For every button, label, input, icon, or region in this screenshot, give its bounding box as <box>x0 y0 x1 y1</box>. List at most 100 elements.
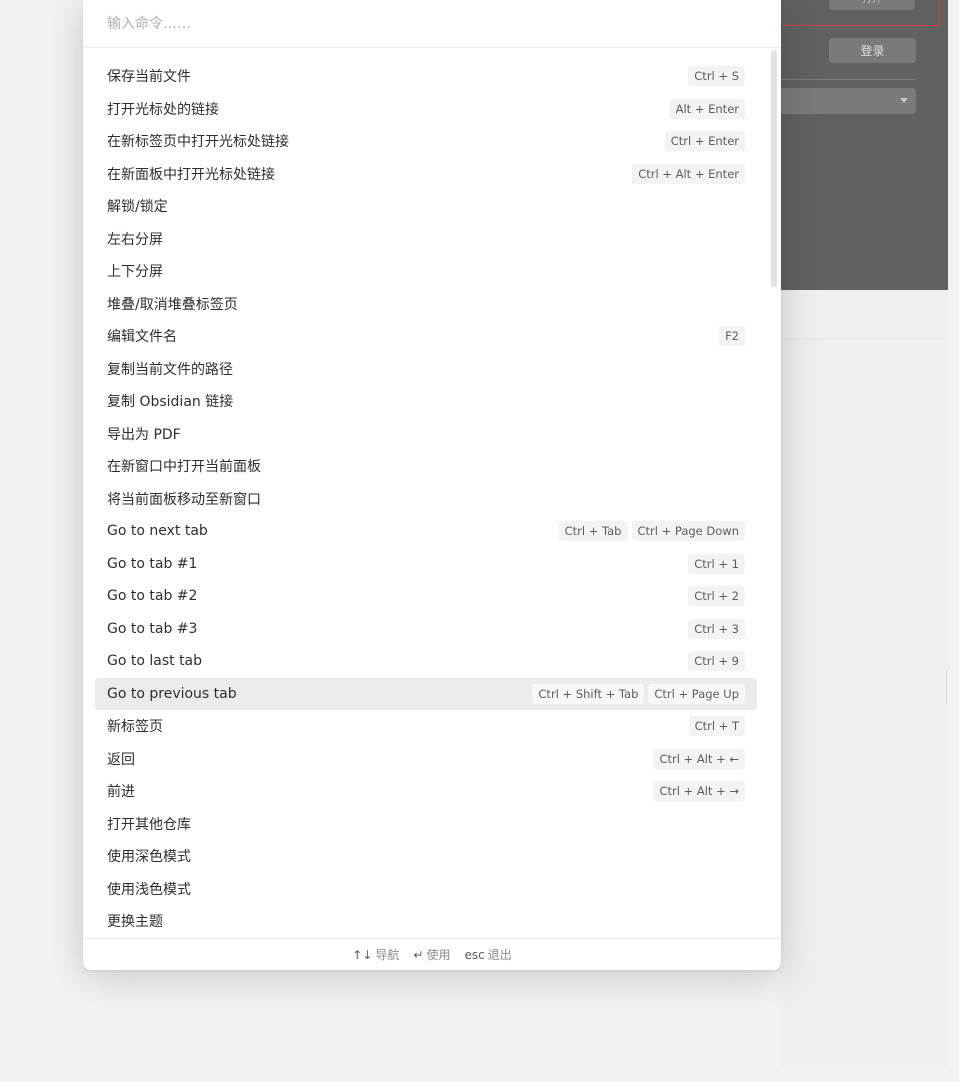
command-item-label: 堆叠/取消堆叠标签页 <box>107 296 238 313</box>
hotkey-badge: Ctrl + Shift + Tab <box>532 683 645 704</box>
hotkey-badge: Ctrl + Alt + ← <box>653 748 745 769</box>
command-search-input[interactable] <box>107 12 747 36</box>
command-item[interactable]: Go to tab #3 Ctrl + 3 <box>95 613 757 646</box>
command-search-bar <box>83 0 781 48</box>
enter-icon: ↵ <box>413 947 424 962</box>
exit-hint: esc 退出 <box>464 946 511 963</box>
command-item-label: Go to previous tab <box>107 685 237 702</box>
background-vertical-line <box>946 670 947 704</box>
command-item-label: 使用深色模式 <box>107 849 191 866</box>
command-item-label: 复制当前文件的路径 <box>107 361 233 378</box>
command-palette: 保存当前文件 Ctrl + S 打开光标处的链接 Alt + Enter 在新标签页中打… <box>83 0 781 970</box>
hotkey-badge: Ctrl + T <box>688 716 745 737</box>
command-item[interactable]: 打开光标处的链接 Alt + Enter <box>95 93 757 126</box>
command-item-label: 打开其他仓库 <box>107 816 191 833</box>
command-item-label: 在新窗口中打开当前面板 <box>107 459 261 476</box>
background-login-button: 登录 <box>829 38 916 63</box>
command-hotkeys: Ctrl + Tab Ctrl + Page Down <box>558 521 745 542</box>
command-item[interactable]: Go to last tab Ctrl + 9 <box>95 645 757 678</box>
hotkey-badge: Ctrl + 3 <box>688 618 745 639</box>
command-hotkeys: Ctrl + 1 <box>688 553 745 574</box>
background-open-button-label: 打开 <box>829 0 915 5</box>
command-item-label: 上下分屏 <box>107 264 163 281</box>
command-hotkeys: Ctrl + Alt + ← <box>653 748 745 769</box>
command-item-label: 编辑文件名 <box>107 329 177 346</box>
command-item[interactable]: Go to tab #1 Ctrl + 1 <box>95 548 757 581</box>
command-item-label: 左右分屏 <box>107 231 163 248</box>
navigate-hint-label: 导航 <box>375 948 400 962</box>
hotkey-badge: Ctrl + Tab <box>558 521 628 542</box>
command-item[interactable]: 在新标签页中打开光标处链接 Ctrl + Enter <box>95 125 757 158</box>
command-item-label: Go to next tab <box>107 523 208 540</box>
navigate-hint: ↑↓ 导航 <box>352 946 399 963</box>
command-item-label: Go to tab #3 <box>107 620 198 637</box>
command-item-label: 解锁/锁定 <box>107 199 168 216</box>
command-item[interactable]: Go to previous tab Ctrl + Shift + Tab Ctrl… <box>95 677 757 710</box>
background-select <box>780 88 916 114</box>
hotkey-badge: Ctrl + 2 <box>688 586 745 607</box>
command-item-label: 使用浅色模式 <box>107 881 191 898</box>
palette-footer: ↑↓ 导航 ↵ 使用 esc 退出 <box>83 938 781 970</box>
command-item[interactable]: 复制 Obsidian 链接 <box>95 385 757 418</box>
command-hotkeys: Ctrl + 2 <box>688 586 745 607</box>
command-item[interactable]: 上下分屏 <box>95 255 757 288</box>
command-item-label: 打开光标处的链接 <box>107 101 219 118</box>
hotkey-badge: Alt + Enter <box>669 98 745 119</box>
use-hint: ↵ 使用 <box>413 946 450 963</box>
arrows-icon: ↑↓ <box>352 947 373 962</box>
command-item-label: 复制 Obsidian 链接 <box>107 394 234 411</box>
command-hotkeys: Ctrl + Alt + → <box>653 781 745 802</box>
command-list: 保存当前文件 Ctrl + S 打开光标处的链接 Alt + Enter 在新标签页中打… <box>83 60 781 938</box>
background-light-panel <box>780 290 948 1070</box>
esc-key: esc <box>464 947 485 962</box>
command-item-label: 保存当前文件 <box>107 69 191 86</box>
command-item[interactable]: Go to next tab Ctrl + Tab Ctrl + Page Down <box>95 515 757 548</box>
background-divider-thin <box>784 338 944 339</box>
hotkey-badge: Ctrl + 9 <box>688 651 745 672</box>
hotkey-badge: F2 <box>719 326 745 347</box>
command-hotkeys: Ctrl + Shift + Tab Ctrl + Page Up <box>532 683 745 704</box>
command-item[interactable]: 使用浅色模式 <box>95 873 757 906</box>
use-hint-label: 使用 <box>426 948 451 962</box>
chevron-down-icon <box>900 98 908 103</box>
background-divider <box>780 79 916 80</box>
command-item-label: 返回 <box>107 751 135 768</box>
command-hotkeys: Ctrl + S <box>688 66 745 87</box>
hotkey-badge: Ctrl + S <box>688 66 745 87</box>
command-item[interactable]: 返回 Ctrl + Alt + ← <box>95 743 757 776</box>
hotkey-badge: Ctrl + Alt + → <box>653 781 745 802</box>
command-item-label: 导出为 PDF <box>107 426 181 443</box>
command-item[interactable]: 打开其他仓库 <box>95 808 757 841</box>
hotkey-badge: Ctrl + Alt + Enter <box>632 163 745 184</box>
command-item[interactable]: 更换主题 <box>95 905 757 938</box>
command-item[interactable]: 左右分屏 <box>95 223 757 256</box>
command-list-scrollbar[interactable] <box>771 50 777 287</box>
command-item[interactable]: 在新窗口中打开当前面板 <box>95 450 757 483</box>
command-item[interactable]: 前进 Ctrl + Alt + → <box>95 775 757 808</box>
command-hotkeys: Ctrl + 3 <box>688 618 745 639</box>
command-hotkeys: Ctrl + 9 <box>688 651 745 672</box>
hotkey-badge: Ctrl + Page Up <box>648 683 745 704</box>
command-item[interactable]: 导出为 PDF <box>95 418 757 451</box>
command-item[interactable]: 编辑文件名 F2 <box>95 320 757 353</box>
command-item[interactable]: 在新面板中打开光标处链接 Ctrl + Alt + Enter <box>95 158 757 191</box>
exit-hint-label: 退出 <box>487 948 512 962</box>
command-item[interactable]: 堆叠/取消堆叠标签页 <box>95 288 757 321</box>
command-item[interactable]: Go to tab #2 Ctrl + 2 <box>95 580 757 613</box>
command-item-label: Go to last tab <box>107 653 203 670</box>
command-hotkeys: Ctrl + Alt + Enter <box>632 163 745 184</box>
command-item[interactable]: 将当前面板移动至新窗口 <box>95 483 757 516</box>
command-item[interactable]: 新标签页 Ctrl + T <box>95 710 757 743</box>
command-item[interactable]: 解锁/锁定 <box>95 190 757 223</box>
command-item-label: 在新面板中打开光标处链接 <box>107 166 275 183</box>
command-item-label: Go to tab #2 <box>107 588 198 605</box>
command-item-label: 新标签页 <box>107 719 163 736</box>
command-item[interactable]: 复制当前文件的路径 <box>95 353 757 386</box>
hotkey-badge: Ctrl + Enter <box>664 131 745 152</box>
command-item-label: 更换主题 <box>107 914 163 931</box>
command-item-label: 在新标签页中打开光标处链接 <box>107 134 289 151</box>
command-item[interactable]: 使用深色模式 <box>95 840 757 873</box>
command-hotkeys: Ctrl + Enter <box>664 131 745 152</box>
command-item[interactable]: 保存当前文件 Ctrl + S <box>95 60 757 93</box>
command-item-label: 将当前面板移动至新窗口 <box>107 491 261 508</box>
